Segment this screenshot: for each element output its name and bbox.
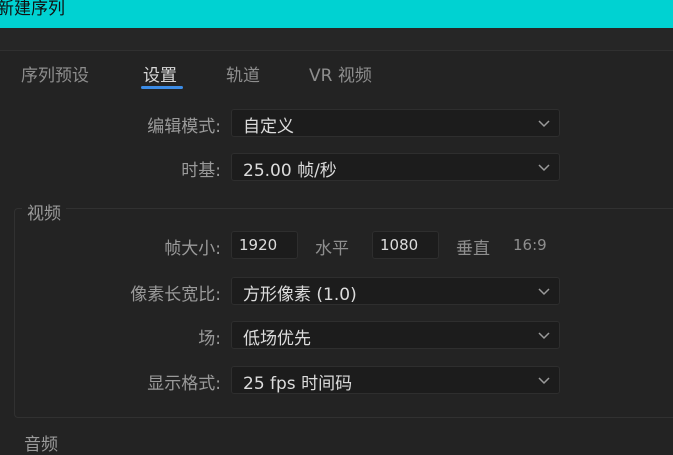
chevron-down-icon	[538, 288, 550, 296]
window-title: 新建序列	[0, 0, 65, 19]
frame-height-input[interactable]: 1080	[372, 231, 439, 259]
frame-width-input[interactable]: 1920	[231, 231, 298, 259]
aspect-ratio-text: 16:9	[513, 236, 547, 254]
edit-mode-dropdown[interactable]: 自定义	[231, 109, 560, 137]
timebase-dropdown[interactable]: 25.00 帧/秒	[231, 153, 560, 181]
fields-label: 场:	[198, 329, 221, 349]
chevron-down-icon	[538, 377, 550, 385]
tab-vr-video[interactable]: VR 视频	[309, 61, 372, 86]
vertical-label: 垂直	[456, 239, 490, 259]
divider	[0, 50, 673, 51]
audio-section-title: 音频	[24, 435, 58, 455]
tab-settings[interactable]: 设置	[143, 61, 177, 86]
chevron-down-icon	[538, 120, 550, 128]
frame-size-label: 帧大小:	[164, 239, 221, 259]
title-bar: 新建序列	[0, 0, 673, 28]
chevron-down-icon	[538, 332, 550, 340]
chevron-down-icon	[538, 164, 550, 172]
pixel-aspect-dropdown[interactable]: 方形像素 (1.0)	[231, 277, 560, 305]
edit-mode-label: 编辑模式:	[147, 117, 221, 137]
fields-value: 低场优先	[243, 329, 311, 349]
display-format-value: 25 fps 时间码	[243, 374, 353, 394]
active-tab-indicator	[141, 86, 183, 89]
video-section-title: 视频	[22, 199, 66, 224]
tab-tracks[interactable]: 轨道	[226, 61, 260, 86]
header-strip	[0, 28, 673, 50]
pixel-aspect-value: 方形像素 (1.0)	[243, 285, 357, 305]
edit-mode-value: 自定义	[243, 117, 294, 137]
display-format-label: 显示格式:	[147, 374, 221, 394]
horizontal-label: 水平	[315, 239, 349, 259]
display-format-dropdown[interactable]: 25 fps 时间码	[231, 366, 560, 394]
timebase-value: 25.00 帧/秒	[243, 161, 337, 181]
timebase-label: 时基:	[181, 161, 221, 181]
fields-dropdown[interactable]: 低场优先	[231, 321, 560, 349]
pixel-aspect-label: 像素长宽比:	[130, 285, 221, 305]
tab-sequence-presets[interactable]: 序列预设	[21, 61, 89, 86]
